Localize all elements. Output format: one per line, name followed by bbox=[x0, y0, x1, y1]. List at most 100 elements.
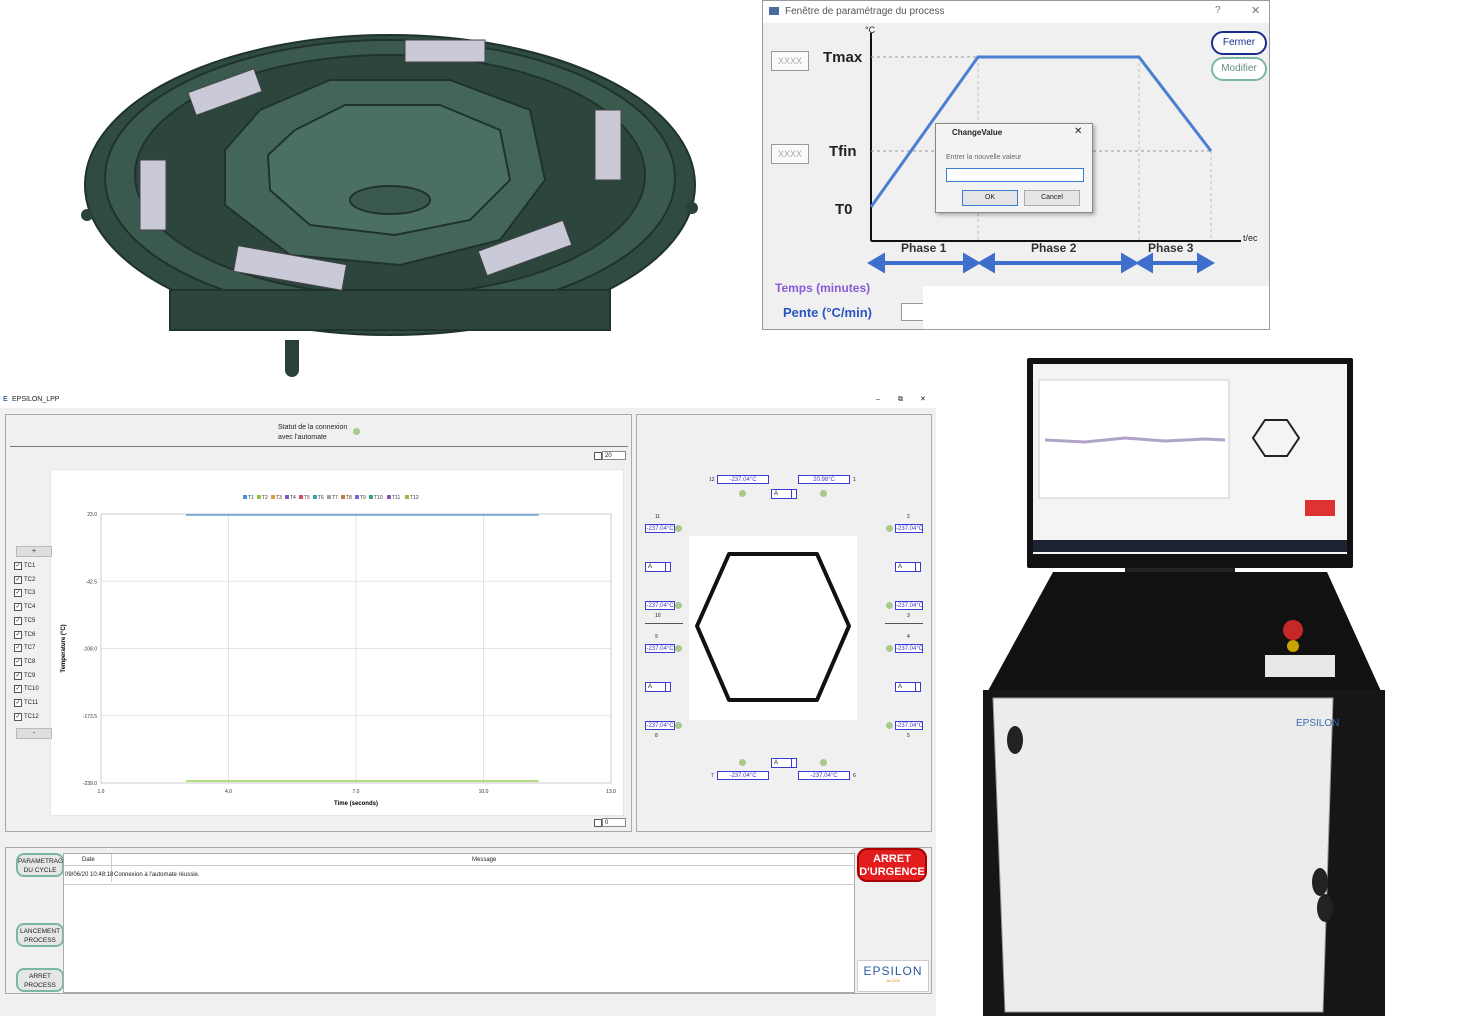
sensor-number-10: 10 bbox=[655, 613, 661, 619]
sensor-7-value: -237.04°C bbox=[717, 771, 769, 780]
tc-label: TC9 bbox=[24, 672, 36, 679]
hexagon-canvas bbox=[689, 536, 857, 720]
cancel-button[interactable]: Cancel bbox=[1024, 190, 1080, 206]
actuator-left-2[interactable]: A bbox=[645, 682, 671, 692]
tc-checkbox-row[interactable]: ✓ TC11 bbox=[14, 697, 38, 709]
tc-label: TC6 bbox=[24, 631, 36, 638]
logo-text: EPSILON bbox=[863, 964, 923, 978]
sensor-number-6: 6 bbox=[853, 773, 856, 779]
minimize-icon[interactable]: – bbox=[876, 392, 880, 408]
sensor-number-3: 3 bbox=[907, 613, 910, 619]
log-header-date: Date bbox=[82, 857, 95, 863]
autoscale-checkbox-bottom[interactable] bbox=[594, 819, 602, 827]
connection-led bbox=[353, 428, 360, 435]
tc-checkbox[interactable]: ✓ bbox=[14, 562, 22, 570]
sensor-number-4: 4 bbox=[907, 634, 910, 640]
launch-process-button[interactable]: LANCEMENT PROCESS bbox=[16, 923, 64, 947]
sensor-number-8: 8 bbox=[655, 733, 658, 739]
tc-checkbox[interactable]: ✓ bbox=[14, 575, 22, 584]
control-panel: PARAMETRAGE DU CYCLE LANCEMENT PROCESS A… bbox=[5, 847, 932, 994]
emergency-stop-label: ARRET D'URGENCE bbox=[859, 853, 925, 878]
legend-entry: T9 bbox=[360, 495, 366, 501]
chart-area: 1.0 4.0 7.0 10.0 13.0 23.0 -42.5 -108.0 -173.5 -2… bbox=[50, 469, 624, 816]
tc-label: TC7 bbox=[24, 645, 36, 652]
tc-checkbox-row[interactable]: ✓ TC9 bbox=[14, 670, 35, 682]
tc-checkbox[interactable]: ✓ bbox=[14, 630, 22, 639]
tc-checkbox-row[interactable]: ✓ TC7 bbox=[14, 642, 35, 654]
tc-checkbox[interactable]: ✓ bbox=[14, 589, 22, 598]
legend-entry: T6 bbox=[318, 495, 324, 501]
restore-icon[interactable]: ⧉ bbox=[898, 392, 903, 408]
tc-label: TC8 bbox=[24, 658, 36, 665]
log-header-message: Message bbox=[472, 857, 497, 863]
sensor-12-value: -237.04°C bbox=[717, 475, 769, 484]
sensor-1-led bbox=[820, 490, 827, 497]
tc-checkbox-row[interactable]: ✓ TC4 bbox=[14, 601, 35, 613]
epsilon-logo: EPSILON ALCEN bbox=[857, 960, 929, 992]
tc-label: TC5 bbox=[24, 617, 36, 624]
sensor-4-led bbox=[886, 645, 893, 652]
tc-checkbox-row[interactable]: ✓ TC5 bbox=[14, 615, 35, 627]
legend-entry: T4 bbox=[290, 495, 296, 501]
tc-checkbox[interactable]: ✓ bbox=[14, 671, 22, 680]
cycle-settings-button[interactable]: PARAMETRAGE DU CYCLE bbox=[16, 853, 67, 877]
close-icon[interactable]: ✕ bbox=[1074, 126, 1082, 137]
bottom-spinner[interactable]: 0 bbox=[602, 818, 626, 827]
tc-checkbox[interactable]: ✓ bbox=[14, 657, 22, 666]
tc-checkbox[interactable]: ✓ bbox=[14, 685, 22, 694]
stop-process-button[interactable]: ARRET PROCESS bbox=[16, 968, 64, 992]
sensor-5-value: -237.04°C bbox=[895, 721, 924, 730]
tc-checkbox[interactable]: ✓ bbox=[14, 603, 22, 612]
tc-checkbox-row[interactable]: ✓ TC3 bbox=[14, 587, 35, 599]
separator bbox=[10, 446, 628, 447]
legend-entry: T8 bbox=[346, 495, 352, 501]
emergency-stop-button[interactable]: ARRET D'URGENCE bbox=[857, 848, 927, 882]
log-row[interactable]: 09/06/20 10:48:18 Connexion à l'automate… bbox=[64, 872, 854, 882]
sensor-8-led bbox=[675, 722, 682, 729]
log-row-line bbox=[64, 884, 854, 885]
tc-checkbox-row[interactable]: ✓ TC8 bbox=[14, 656, 35, 668]
actuator-right-1[interactable]: A bbox=[895, 562, 921, 572]
tc-checkbox[interactable]: ✓ bbox=[14, 644, 22, 653]
autoscale-checkbox-top[interactable] bbox=[594, 452, 602, 460]
process-settings-window: Fenêtre de paramétrage du process ? ✕ Fe… bbox=[762, 0, 1270, 330]
zoom-in-button[interactable]: + bbox=[16, 546, 52, 557]
close-icon[interactable]: ✕ bbox=[920, 392, 926, 408]
sensor-5-led bbox=[886, 722, 893, 729]
tc-checkbox[interactable]: ✓ bbox=[14, 699, 22, 707]
legend-swatch bbox=[257, 495, 261, 499]
top-spinner[interactable]: 20 bbox=[602, 451, 626, 460]
x-tick-label: 7.0 bbox=[353, 789, 360, 795]
x-axis-label: Time (seconds) bbox=[334, 801, 378, 807]
x-axis-unit: t/ec bbox=[1243, 233, 1258, 243]
tc-checkbox[interactable]: ✓ bbox=[14, 712, 22, 721]
actuator-left-1[interactable]: A bbox=[645, 562, 671, 572]
actuator-bottom[interactable]: A bbox=[771, 758, 797, 768]
tc-checkbox[interactable]: ✓ bbox=[14, 616, 22, 625]
tc-checkbox-row[interactable]: ✓ TC1 bbox=[14, 560, 35, 572]
log-row-message: Connexion à l'automate réussie. bbox=[114, 872, 200, 878]
tc-checkbox-row[interactable]: ✓ TC2 bbox=[14, 574, 35, 586]
tmax-label: Tmax bbox=[823, 49, 863, 66]
tc-checkbox-row[interactable]: ✓ TC12 bbox=[14, 711, 39, 723]
legend-swatch bbox=[271, 495, 275, 499]
ok-button[interactable]: OK bbox=[962, 190, 1018, 206]
sensor-number-9: 9 bbox=[655, 634, 658, 640]
y-axis-label: Temperature (°C) bbox=[61, 624, 67, 672]
y-tick-label: -42.5 bbox=[86, 579, 98, 585]
sensor-9-value: -237.04°C bbox=[645, 644, 675, 653]
zoom-out-button[interactable]: - bbox=[16, 728, 52, 739]
sensor-4-value: -237.04°C bbox=[895, 644, 924, 653]
tc-checkbox-row[interactable]: ✓ TC10 bbox=[14, 683, 39, 695]
tc-checkbox-row[interactable]: ✓ TC6 bbox=[14, 629, 35, 641]
x-tick-label: 13.0 bbox=[606, 789, 616, 795]
change-value-input[interactable] bbox=[946, 168, 1084, 182]
slope-field[interactable] bbox=[901, 303, 925, 321]
actuator-right-2[interactable]: A bbox=[895, 682, 921, 692]
sensor-9-led bbox=[675, 645, 682, 652]
hexagon-shape bbox=[695, 552, 851, 702]
legend-swatch bbox=[299, 495, 303, 499]
actuator-top[interactable]: A bbox=[771, 489, 797, 499]
x-tick-label: 4.0 bbox=[225, 789, 232, 795]
tc-label: TC1 bbox=[24, 563, 36, 569]
